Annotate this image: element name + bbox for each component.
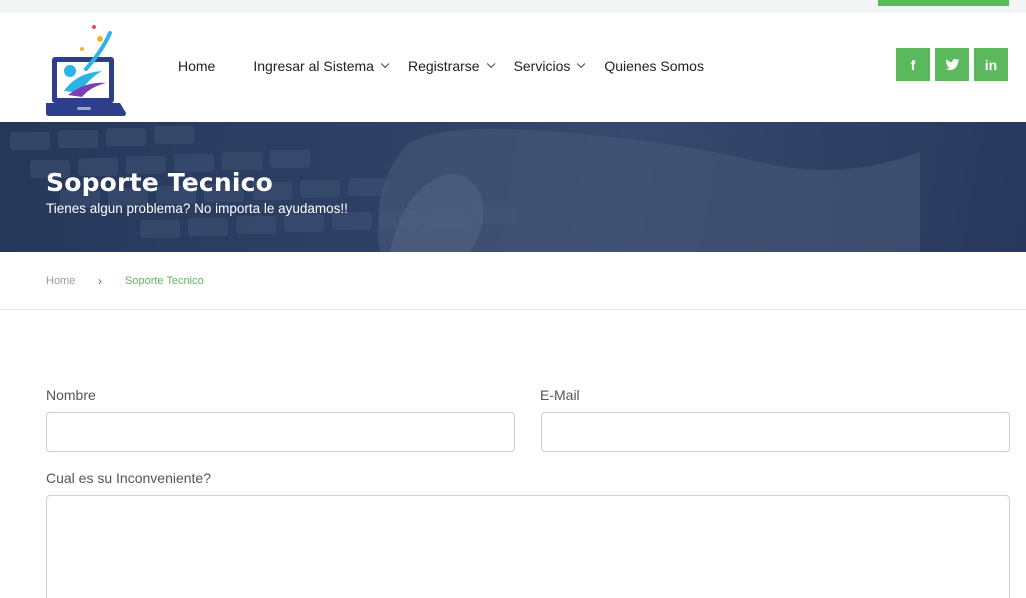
nombre-label: Nombre xyxy=(46,387,96,403)
nav-registrarse-label: Registrarse xyxy=(407,58,480,74)
nav-home-label: Home xyxy=(178,58,216,74)
nav-quienes-somos[interactable]: Quienes Somos xyxy=(604,58,704,74)
chevron-down-icon xyxy=(380,59,390,69)
chevron-down-icon xyxy=(577,59,586,69)
email-label: E-Mail xyxy=(540,387,580,403)
linkedin-icon: in xyxy=(984,56,998,73)
page-title: Soporte Tecnico xyxy=(46,168,274,197)
main-nav: Home Ingresar al Sistema Registrarse Ser… xyxy=(178,58,726,74)
site-logo[interactable] xyxy=(46,21,128,117)
page-hero: Soporte Tecnico Tienes algun problema? N… xyxy=(0,122,1026,252)
nav-ingresar[interactable]: Ingresar al Sistema xyxy=(253,58,390,74)
facebook-icon: f xyxy=(910,56,916,73)
twitter-icon xyxy=(945,58,959,70)
nav-registrarse[interactable]: Registrarse xyxy=(407,58,495,74)
problema-textarea[interactable] xyxy=(46,495,1010,598)
breadcrumb: Home › Soporte Tecnico xyxy=(0,252,1026,310)
breadcrumb-home[interactable]: Home xyxy=(46,275,75,287)
email-field[interactable] xyxy=(541,412,1010,452)
nav-servicios-label: Servicios xyxy=(513,58,571,74)
nav-ingresar-label: Ingresar al Sistema xyxy=(253,58,374,74)
top-strip xyxy=(0,0,1026,13)
nav-servicios[interactable]: Servicios xyxy=(513,58,586,74)
nav-home[interactable]: Home xyxy=(178,58,215,74)
breadcrumb-current: Soporte Tecnico xyxy=(125,275,204,287)
navbar: Home Ingresar al Sistema Registrarse Ser… xyxy=(0,13,1026,122)
top-green-tab[interactable] xyxy=(878,0,1009,6)
breadcrumb-separator-icon: › xyxy=(98,274,102,288)
chevron-down-icon xyxy=(486,59,495,69)
twitter-button[interactable] xyxy=(935,48,969,81)
facebook-button[interactable]: f xyxy=(896,48,930,81)
linkedin-button[interactable]: in xyxy=(974,48,1008,81)
problema-label: Cual es su Inconveniente? xyxy=(46,470,211,486)
nombre-field[interactable] xyxy=(46,412,515,452)
social-links: f in xyxy=(896,48,1013,81)
page-subtitle: Tienes algun problema? No importa le ayu… xyxy=(46,201,348,216)
nav-quienes-somos-label: Quienes Somos xyxy=(604,58,704,74)
